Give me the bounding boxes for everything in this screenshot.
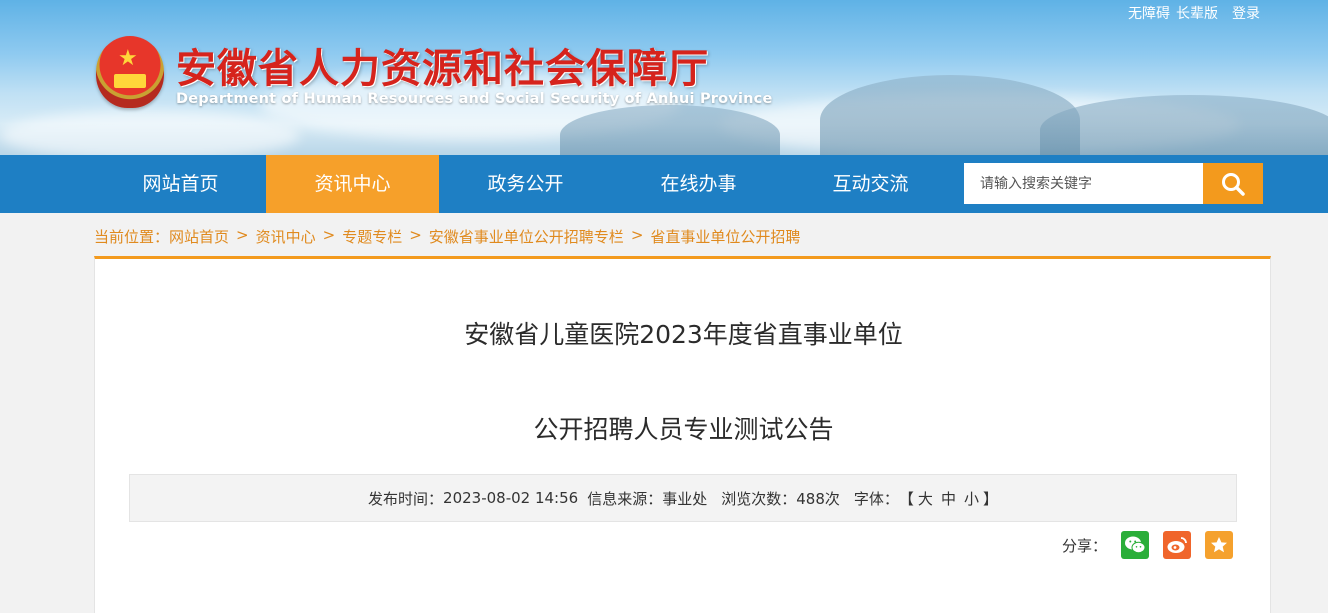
wechat-icon[interactable] [1121,531,1149,559]
search-input[interactable] [964,163,1204,204]
top-links: 无障碍 长辈版 登录 [1128,3,1260,23]
nav-item-interaction[interactable]: 互动交流 [784,155,957,213]
login-link[interactable]: 登录 [1232,3,1260,23]
weibo-icon[interactable] [1163,531,1191,559]
header-banner: 无障碍 长辈版 登录 ★ 安徽省人力资源和社会保障厅 Department of… [0,0,1328,155]
source-value: 事业处 [662,489,708,508]
font-size-label: 字体： [853,489,899,508]
nav-item-online-services[interactable]: 在线办事 [612,155,785,213]
search-icon [1222,172,1245,196]
source-label: 信息来源： [587,489,663,508]
font-size-small-button[interactable]: 小 [964,488,979,509]
breadcrumb-separator: > [409,226,422,244]
breadcrumb-item-home[interactable]: 网站首页 [169,226,229,247]
font-size-medium-button[interactable]: 中 [941,488,956,509]
breadcrumb-item-recruitment-column[interactable]: 安徽省事业单位公开招聘专栏 [429,226,624,247]
publish-time: 2023-08-02 14:56 [443,489,579,507]
breadcrumb-prefix: 当前位置： [94,228,170,246]
publish-time-label: 发布时间： [368,489,444,508]
site-title: 安徽省人力资源和社会保障厅 [176,46,709,92]
breadcrumb-separator: > [236,226,249,244]
views-count: 488次 [796,489,840,508]
accessibility-link[interactable]: 无障碍 [1128,3,1170,23]
nav-item-home[interactable]: 网站首页 [94,155,267,213]
font-size-bracket-open: 【 [898,489,914,508]
cloud-decoration [0,110,300,155]
article-panel: 安徽省儿童医院2023年度省直事业单位 公开招聘人员专业测试公告 发布时间： 2… [94,256,1271,613]
favorite-star-icon[interactable] [1205,531,1233,559]
nav-item-government-affairs[interactable]: 政务公开 [439,155,612,213]
font-size-large-button[interactable]: 大 [918,488,933,509]
views-label: 浏览次数： [721,489,797,508]
breadcrumb-item-provincial-recruitment[interactable]: 省直事业单位公开招聘 [650,226,800,247]
font-size-bracket-close: 】 [982,489,998,508]
breadcrumb-item-special-topics[interactable]: 专题专栏 [342,226,402,247]
nav-item-news-center[interactable]: 资讯中心 [266,155,439,213]
article-title-line1: 安徽省儿童医院2023年度省直事业单位 [464,320,903,349]
article-title-line2: 公开招聘人员专业测试公告 [533,415,834,444]
share-bar: 分享： [1062,531,1233,559]
breadcrumb-separator: > [630,226,644,244]
breadcrumb: 当前位置： 网站首页 > 资讯中心 > 专题专栏 > 安徽省事业单位公开招聘专栏… [94,226,800,247]
article-meta-bar: 发布时间： 2023-08-02 14:56 信息来源： 事业处 浏览次数： 4… [129,474,1237,522]
site-subtitle-english: Department of Human Resources and Social… [176,91,773,107]
national-emblem-icon: ★ [96,36,164,108]
share-label: 分享： [1061,536,1107,555]
search-button[interactable] [1203,163,1263,204]
breadcrumb-item-news-center[interactable]: 资讯中心 [256,226,316,247]
elder-version-link[interactable]: 长辈版 [1176,3,1218,23]
breadcrumb-separator: > [322,226,336,244]
